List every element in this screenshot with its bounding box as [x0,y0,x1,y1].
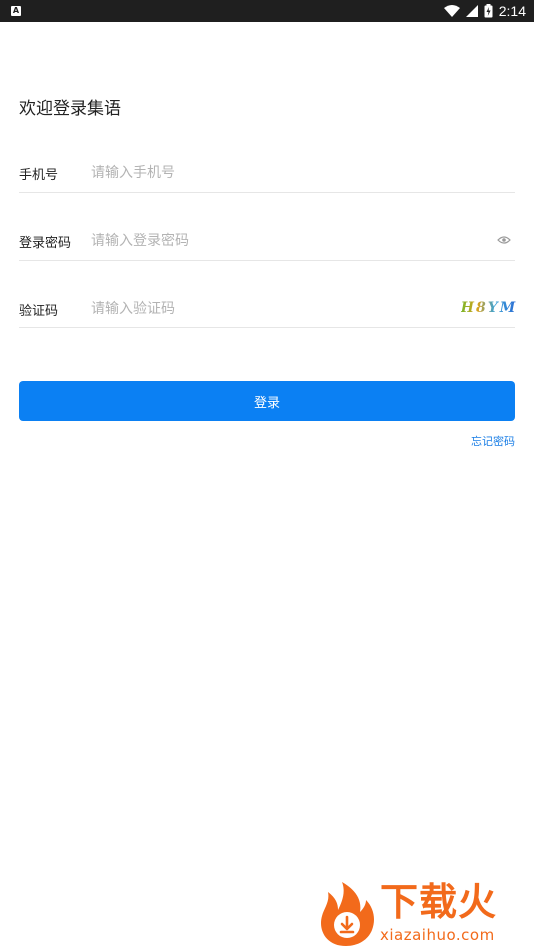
wifi-icon [443,5,460,17]
battery-icon [484,4,493,18]
phone-input[interactable] [91,162,451,184]
password-input[interactable] [91,230,451,252]
status-bar: A 2:14 [0,0,534,22]
page-title: 欢迎登录集语 [19,99,121,119]
captcha-label: 验证码 [19,304,59,319]
app-notification-icon: A [11,6,21,16]
watermark-logo: 下载火 xiazaihuo.com [316,880,528,946]
forgot-password-link[interactable]: 忘记密码 [471,433,515,449]
watermark-title: 下载火 [380,880,498,924]
status-bar-indicators: 2:14 [443,0,526,22]
captcha-text: H8YM [460,300,518,316]
captcha-input[interactable] [91,298,451,320]
password-row: 登录密码 [19,193,515,261]
watermark-url: xiazaihuo.com [380,926,495,944]
captcha-row: 验证码 H8YM [19,260,515,328]
phone-label: 手机号 [19,168,59,183]
eye-icon[interactable] [497,234,511,246]
password-label: 登录密码 [19,236,72,251]
flame-download-icon [321,882,374,946]
captcha-image[interactable]: H8YM [460,298,518,318]
cellular-signal-icon [465,5,478,17]
status-time: 2:14 [498,3,526,19]
login-button[interactable]: 登录 [19,381,515,421]
phone-row: 手机号 [19,125,515,193]
